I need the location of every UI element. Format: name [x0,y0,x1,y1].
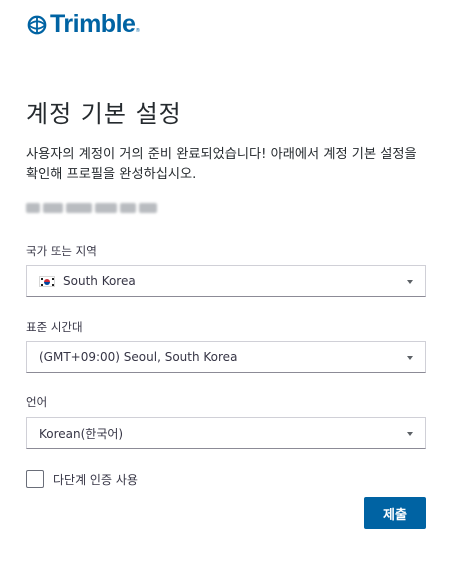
trimble-logo: Trimble ® [26,10,140,39]
redacted-email [26,203,157,213]
brand-trademark: ® [135,28,141,34]
country-value: South Korea [63,274,136,288]
country-label: 국가 또는 지역 [26,244,97,258]
intro-text: 사용자의 계정이 거의 준비 완료되었습니다! 아래에서 계정 기본 설정을 확… [26,147,417,182]
chevron-down-icon [407,356,413,360]
timezone-value: (GMT+09:00) Seoul, South Korea [39,350,238,364]
chevron-down-icon [407,432,413,436]
brand-name: Trimble [50,10,136,38]
mfa-checkbox-label[interactable]: 다단계 인증 사용 [53,471,138,488]
submit-button[interactable]: 제출 [364,497,426,529]
mfa-option[interactable]: 다단계 인증 사용 [26,470,138,488]
page-title: 계정 기본 설정 [26,100,182,128]
country-select[interactable]: South Korea [26,265,426,297]
language-label: 언어 [26,395,48,409]
language-select[interactable]: Korean(한국어) [26,417,426,449]
trimble-globe-icon [27,15,47,34]
timezone-select[interactable]: (GMT+09:00) Seoul, South Korea [26,341,426,373]
timezone-label: 표준 시간대 [26,320,83,334]
language-value: Korean(한국어) [39,426,124,441]
chevron-down-icon [407,280,413,284]
mfa-checkbox[interactable] [26,470,44,488]
south-korea-flag-icon [39,275,55,287]
